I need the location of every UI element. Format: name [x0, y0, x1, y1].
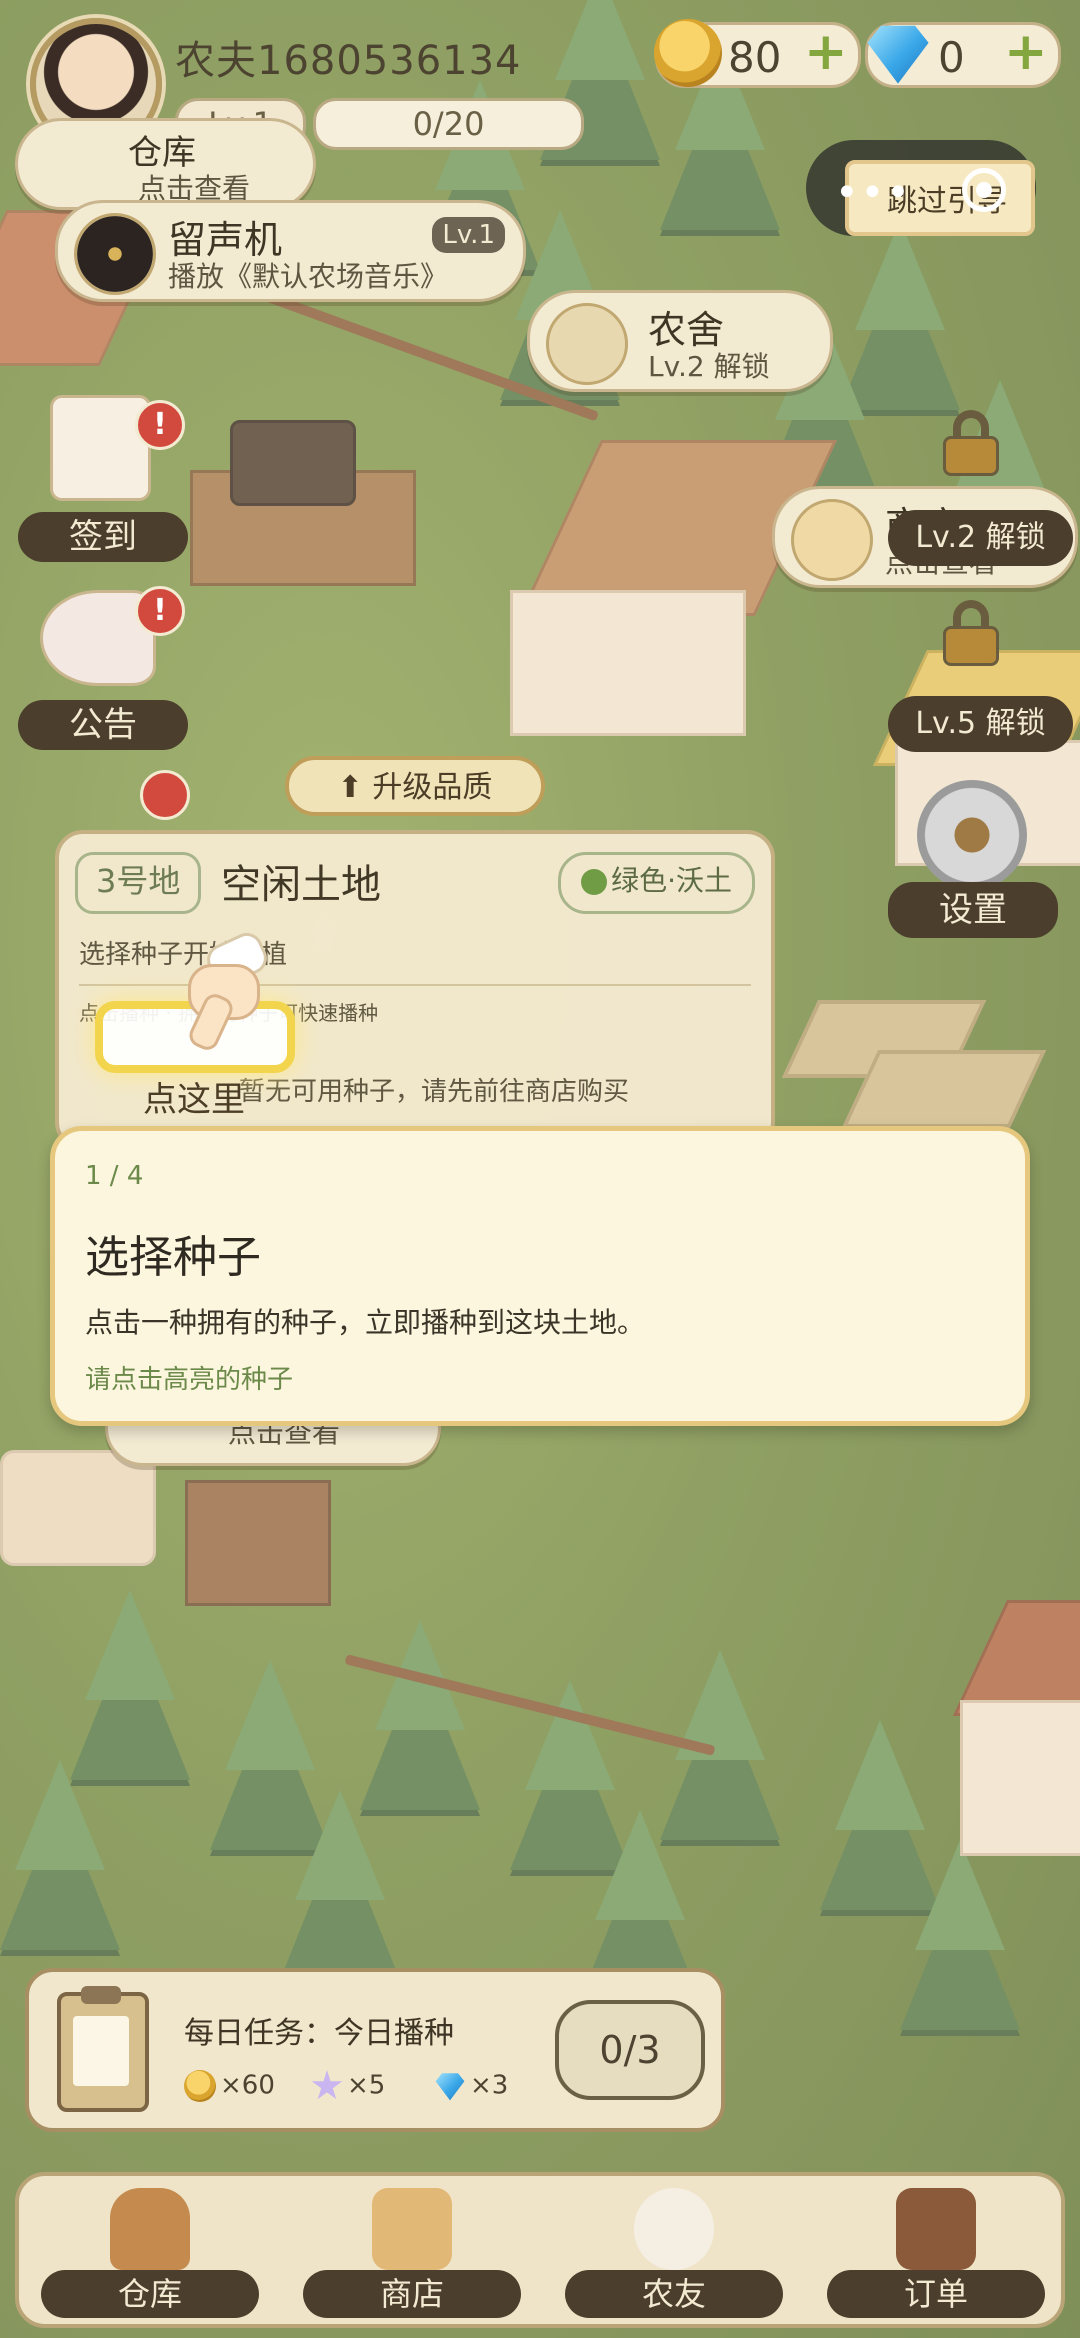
friends-icon — [634, 2188, 714, 2270]
checkin-alert-badge: ! — [135, 400, 185, 450]
farm-field — [841, 1050, 1047, 1128]
player-name: 农夫1680536134 — [175, 38, 522, 84]
tutorial-cta: 请点击高亮的种子 — [85, 1365, 294, 1395]
gem-icon — [435, 2073, 465, 2101]
shopping-bag-icon — [791, 499, 873, 581]
no-seeds-message: 暂无可用种子，请先前往商店购买 — [239, 1077, 630, 1107]
tutorial-step: 1 / 4 — [85, 1161, 144, 1191]
gear-icon[interactable] — [917, 780, 1027, 890]
coin-counter: 80 + — [654, 19, 861, 88]
coin-icon — [184, 2070, 216, 2102]
plot-title: 空闲土地 — [221, 862, 381, 908]
backpack-icon — [110, 2188, 190, 2270]
reward-gems: ×3 — [434, 2070, 508, 2102]
notice-board — [185, 1480, 331, 1606]
gem-counter: 0 + — [865, 22, 1061, 88]
checkin-button[interactable]: 签到 — [18, 512, 188, 562]
nav-orders[interactable]: 订单 — [805, 2176, 1067, 2326]
tutorial-description: 点击一种拥有的种子，立即播种到这块土地。 — [85, 1306, 646, 1339]
shop-lock-tag: Lv.2 解锁 — [888, 510, 1073, 566]
vinyl-record-icon — [74, 213, 156, 295]
more-icon[interactable]: ••• — [835, 170, 912, 216]
tutorial-card: 1 / 4 选择种子 点击一种拥有的种子，立即播种到这块土地。 请点击高亮的种子 — [50, 1126, 1030, 1426]
exp-star-icon — [311, 2070, 343, 2100]
reward-coins: ×60 — [184, 2070, 275, 2102]
gem-icon — [867, 25, 929, 84]
add-gems-icon[interactable]: + — [1004, 26, 1048, 78]
add-coins-icon[interactable]: + — [804, 26, 848, 78]
lv5-lock-tag: Lv.5 解锁 — [888, 696, 1073, 752]
nav-shop-label: 商店 — [303, 2270, 521, 2318]
nav-orders-label: 订单 — [827, 2270, 1045, 2318]
pointing-hand-icon — [178, 927, 273, 1054]
farmhouse-sub: Lv.2 解锁 — [648, 350, 770, 383]
soil-type-label: 绿色·沃土 — [611, 864, 732, 897]
plot-id-tag: 3号地 — [75, 852, 202, 914]
nav-warehouse[interactable]: 仓库 — [19, 2176, 281, 2326]
gramophone-sub: 播放《默认农场音乐》 — [168, 260, 449, 293]
notice-alert-badge: ! — [135, 586, 185, 636]
nav-friends[interactable]: 农友 — [543, 2176, 805, 2326]
shopping-bag-icon — [372, 2188, 452, 2270]
gramophone-level: Lv.1 — [432, 217, 505, 253]
farmhouse-label[interactable]: 农舍 Lv.2 解锁 — [527, 290, 833, 392]
shop-alert-badge — [140, 770, 190, 820]
soil-dot-icon — [581, 869, 608, 895]
daily-task-panel[interactable]: 每日任务：今日播种 ×60 ×5 ×3 0/3 — [25, 1968, 725, 2132]
soil-type-tag: 绿色·沃土 — [558, 852, 755, 914]
order-board-icon — [896, 2188, 976, 2270]
gem-value: 0 — [938, 33, 965, 82]
nav-shop[interactable]: 商店 — [281, 2176, 543, 2326]
upgrade-quality-button[interactable]: ⬆ 升级品质 — [285, 756, 545, 816]
close-mini-program-icon[interactable] — [962, 168, 1006, 212]
lock-icon — [943, 410, 999, 476]
locked-house-icon — [546, 303, 628, 385]
bottom-nav: 仓库 商店 农友 订单 — [15, 2172, 1065, 2328]
reward-exp: ×5 — [311, 2070, 385, 2102]
xp-progress: 0/20 — [313, 98, 584, 150]
calendar-icon[interactable] — [50, 395, 151, 501]
coin-icon — [654, 19, 722, 87]
daily-task-title: 每日任务：今日播种 — [184, 2016, 454, 2051]
truck — [0, 1450, 156, 1566]
lock-icon — [943, 600, 999, 666]
clipboard-icon — [57, 1986, 149, 2112]
notice-button[interactable]: 公告 — [18, 700, 188, 750]
task-progress: 0/3 — [555, 2000, 705, 2100]
settings-button[interactable]: 设置 — [888, 882, 1058, 938]
nav-warehouse-label: 仓库 — [41, 2270, 259, 2318]
gramophone-label[interactable]: 留声机 播放《默认农场音乐》 Lv.1 — [55, 200, 526, 302]
coin-value: 80 — [728, 33, 782, 82]
nav-friends-label: 农友 — [565, 2270, 783, 2318]
tutorial-title: 选择种子 — [85, 1232, 261, 1283]
warehouse-label[interactable]: 仓库 点击查看 — [15, 118, 316, 210]
upgrade-quality-label: 升级品质 — [372, 770, 493, 805]
tap-here-label: 点这里 — [143, 1080, 245, 1120]
